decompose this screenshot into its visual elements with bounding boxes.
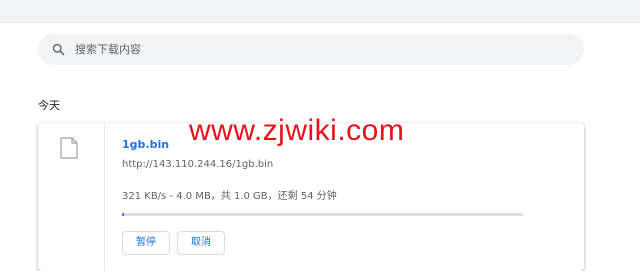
- section-title-today: 今天: [38, 99, 60, 112]
- progress-bar: [122, 213, 523, 216]
- search-placeholder: 搜索下载内容: [75, 43, 141, 56]
- search-box[interactable]: 搜索下载内容: [38, 34, 584, 65]
- card-divider: [104, 123, 105, 271]
- file-icon: [60, 137, 78, 159]
- watermark: www.zjwiki.com: [189, 114, 405, 147]
- file-url: http://143.110.244.16/1gb.bin: [122, 159, 274, 170]
- download-status: 321 KB/s - 4.0 MB，共 1.0 GB，还剩 54 分钟: [122, 191, 337, 202]
- file-name-link[interactable]: 1gb.bin: [122, 138, 169, 151]
- pause-button[interactable]: 暂停: [122, 231, 170, 255]
- top-bar: [0, 0, 640, 23]
- cancel-button[interactable]: 取消: [177, 231, 225, 255]
- search-icon: [52, 43, 65, 56]
- progress-fill: [122, 213, 124, 216]
